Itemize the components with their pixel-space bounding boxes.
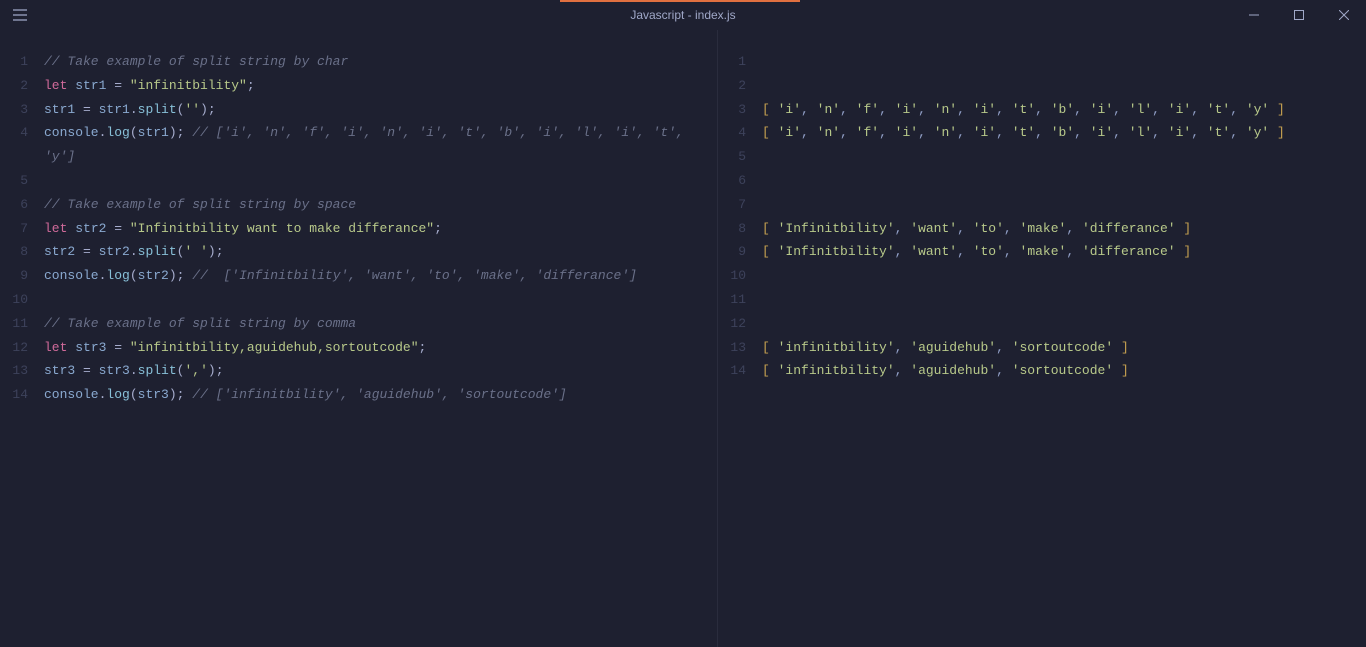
output-content: [ 'infinitbility', 'aguidehub', 'sortout… bbox=[752, 359, 1366, 383]
line-number: 14 bbox=[718, 359, 752, 383]
output-line: 1 bbox=[718, 50, 1366, 74]
output-content: [ 'Infinitbility', 'want', 'to', 'make',… bbox=[752, 217, 1366, 241]
code-line[interactable]: 11// Take example of split string by com… bbox=[0, 312, 717, 336]
code-content bbox=[34, 288, 717, 312]
code-line[interactable]: 2let str1 = "infinitbility"; bbox=[0, 74, 717, 98]
output-content bbox=[752, 74, 1366, 98]
line-number: 13 bbox=[718, 336, 752, 360]
output-content: [ 'infinitbility', 'aguidehub', 'sortout… bbox=[752, 336, 1366, 360]
code-line[interactable]: 3str1 = str1.split(''); bbox=[0, 98, 717, 122]
title-bar: Javascript - index.js bbox=[0, 0, 1366, 30]
line-number: 10 bbox=[0, 288, 34, 312]
code-line[interactable]: 14console.log(str3); // ['infinitbility'… bbox=[0, 383, 717, 407]
maximize-icon bbox=[1294, 10, 1304, 20]
output-line: 9[ 'Infinitbility', 'want', 'to', 'make'… bbox=[718, 240, 1366, 264]
code-content: let str1 = "infinitbility"; bbox=[34, 74, 717, 98]
output-line: 2 bbox=[718, 74, 1366, 98]
line-number: 9 bbox=[0, 264, 34, 288]
code-content: let str3 = "infinitbility,aguidehub,sort… bbox=[34, 336, 717, 360]
line-number: 13 bbox=[0, 359, 34, 383]
code-content: // Take example of split string by space bbox=[34, 193, 717, 217]
line-number: 1 bbox=[0, 50, 34, 74]
output-content bbox=[752, 312, 1366, 336]
close-button[interactable] bbox=[1321, 0, 1366, 30]
line-number: 6 bbox=[0, 193, 34, 217]
code-content bbox=[34, 169, 717, 193]
output-content bbox=[752, 264, 1366, 288]
output-content bbox=[752, 193, 1366, 217]
code-line[interactable]: 7let str2 = "Infinitbility want to make … bbox=[0, 217, 717, 241]
line-number: 5 bbox=[0, 169, 34, 193]
line-number: 7 bbox=[0, 217, 34, 241]
line-number: 11 bbox=[0, 312, 34, 336]
window-title: Javascript - index.js bbox=[630, 8, 735, 22]
line-number: 8 bbox=[0, 240, 34, 264]
minimize-button[interactable] bbox=[1231, 0, 1276, 30]
maximize-button[interactable] bbox=[1276, 0, 1321, 30]
code-line[interactable]: 9console.log(str2); // ['Infinitbility',… bbox=[0, 264, 717, 288]
output-line: 7 bbox=[718, 193, 1366, 217]
output-content: [ 'i', 'n', 'f', 'i', 'n', 'i', 't', 'b'… bbox=[752, 98, 1366, 122]
output-line: 8[ 'Infinitbility', 'want', 'to', 'make'… bbox=[718, 217, 1366, 241]
output-line: 6 bbox=[718, 169, 1366, 193]
output-line: 11 bbox=[718, 288, 1366, 312]
hamburger-icon bbox=[12, 7, 28, 23]
line-number: 12 bbox=[0, 336, 34, 360]
line-number: 3 bbox=[718, 98, 752, 122]
code-content: // Take example of split string by char bbox=[34, 50, 717, 74]
line-number: 2 bbox=[718, 74, 752, 98]
code-content: let str2 = "Infinitbility want to make d… bbox=[34, 217, 717, 241]
line-number: 3 bbox=[0, 98, 34, 122]
output-content: [ 'Infinitbility', 'want', 'to', 'make',… bbox=[752, 240, 1366, 264]
line-number: 4 bbox=[0, 121, 34, 145]
line-number: 8 bbox=[718, 217, 752, 241]
code-line[interactable]: 5 bbox=[0, 169, 717, 193]
output-content: [ 'i', 'n', 'f', 'i', 'n', 'i', 't', 'b'… bbox=[752, 121, 1366, 145]
code-content: str3 = str3.split(','); bbox=[34, 359, 717, 383]
output-content bbox=[752, 145, 1366, 169]
code-content: console.log(str1); // ['i', 'n', 'f', 'i… bbox=[34, 121, 717, 169]
code-content: console.log(str3); // ['infinitbility', … bbox=[34, 383, 717, 407]
code-content: str1 = str1.split(''); bbox=[34, 98, 717, 122]
code-line[interactable]: 8str2 = str2.split(' '); bbox=[0, 240, 717, 264]
code-line[interactable]: 12let str3 = "infinitbility,aguidehub,so… bbox=[0, 336, 717, 360]
code-line[interactable]: 6// Take example of split string by spac… bbox=[0, 193, 717, 217]
line-number: 2 bbox=[0, 74, 34, 98]
code-content: console.log(str2); // ['Infinitbility', … bbox=[34, 264, 717, 288]
output-line: 13[ 'infinitbility', 'aguidehub', 'sorto… bbox=[718, 336, 1366, 360]
output-line: 12 bbox=[718, 312, 1366, 336]
minimize-icon bbox=[1249, 10, 1259, 20]
output-line: 3[ 'i', 'n', 'f', 'i', 'n', 'i', 't', 'b… bbox=[718, 98, 1366, 122]
code-line[interactable]: 4console.log(str1); // ['i', 'n', 'f', '… bbox=[0, 121, 717, 169]
output-line: 5 bbox=[718, 145, 1366, 169]
line-number: 5 bbox=[718, 145, 752, 169]
output-line: 10 bbox=[718, 264, 1366, 288]
output-content bbox=[752, 288, 1366, 312]
output-pane[interactable]: 1 2 3[ 'i', 'n', 'f', 'i', 'n', 'i', 't'… bbox=[718, 30, 1366, 647]
line-number: 11 bbox=[718, 288, 752, 312]
code-line[interactable]: 13str3 = str3.split(','); bbox=[0, 359, 717, 383]
line-number: 10 bbox=[718, 264, 752, 288]
line-number: 1 bbox=[718, 50, 752, 74]
output-line: 4[ 'i', 'n', 'f', 'i', 'n', 'i', 't', 'b… bbox=[718, 121, 1366, 145]
code-content: str2 = str2.split(' '); bbox=[34, 240, 717, 264]
output-line: 14[ 'infinitbility', 'aguidehub', 'sorto… bbox=[718, 359, 1366, 383]
accent-line bbox=[560, 0, 800, 2]
line-number: 7 bbox=[718, 193, 752, 217]
code-line[interactable]: 10 bbox=[0, 288, 717, 312]
line-number: 14 bbox=[0, 383, 34, 407]
editor-pane[interactable]: 1// Take example of split string by char… bbox=[0, 30, 718, 647]
line-number: 12 bbox=[718, 312, 752, 336]
code-line[interactable]: 1// Take example of split string by char bbox=[0, 50, 717, 74]
code-content: // Take example of split string by comma bbox=[34, 312, 717, 336]
line-number: 9 bbox=[718, 240, 752, 264]
line-number: 6 bbox=[718, 169, 752, 193]
output-content bbox=[752, 50, 1366, 74]
hamburger-menu-button[interactable] bbox=[0, 0, 40, 30]
output-content bbox=[752, 169, 1366, 193]
close-icon bbox=[1339, 10, 1349, 20]
line-number: 4 bbox=[718, 121, 752, 145]
